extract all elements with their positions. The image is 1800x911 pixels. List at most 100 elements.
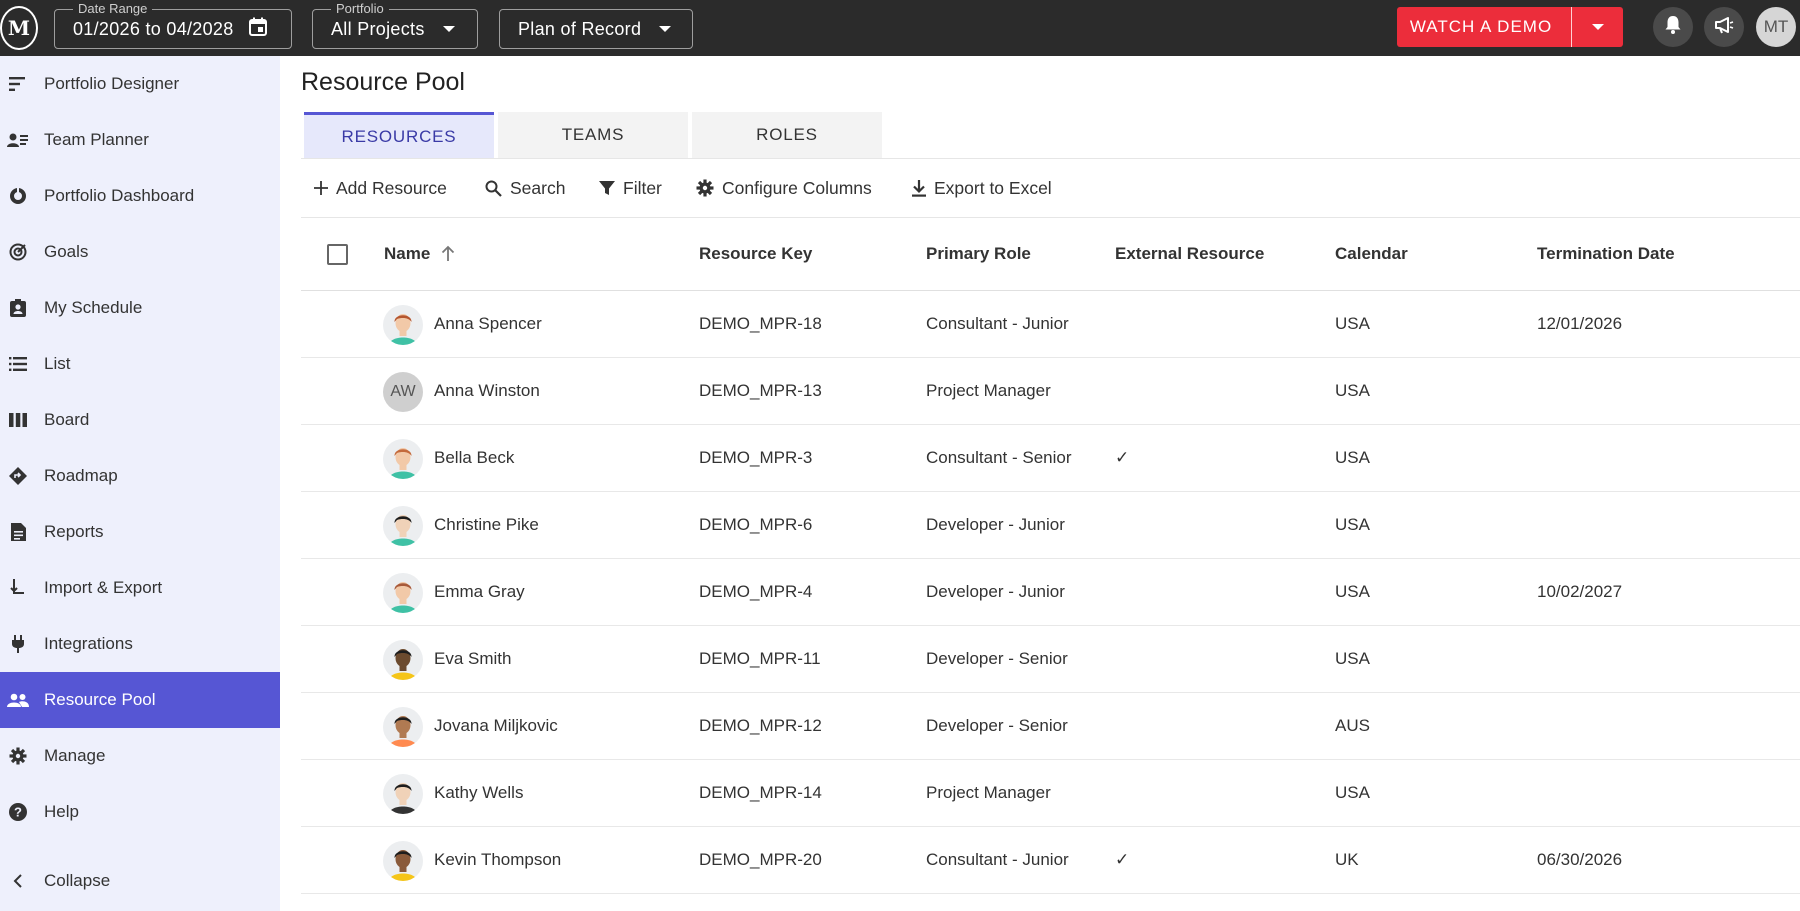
notifications-button[interactable] [1653, 7, 1693, 47]
calendar: USA [1335, 649, 1370, 668]
table-row[interactable]: Christine Pike DEMO_MPR-6 Developer - Ju… [301, 492, 1800, 559]
table-row[interactable]: Kathy Wells DEMO_MPR-14 Project Manager … [301, 760, 1800, 827]
configure-columns-label: Configure Columns [722, 177, 872, 198]
search-button[interactable]: Search [485, 176, 565, 200]
table-row[interactable]: Emma Gray DEMO_MPR-4 Developer - Junior … [301, 559, 1800, 626]
external-resource-check: ✓ [1115, 850, 1130, 869]
plan-select[interactable]: Plan of Record [499, 9, 693, 49]
resource-name[interactable]: Kathy Wells [434, 783, 523, 803]
column-header-external-resource[interactable]: External Resource [1115, 244, 1264, 264]
sidebar-item-resource-pool[interactable]: Resource Pool [0, 672, 280, 728]
termination-date: 12/01/2026 [1537, 314, 1623, 333]
date-range-picker[interactable]: Date Range 01/2026 to 04/2028 [54, 1, 292, 49]
download-icon [912, 179, 926, 197]
calendar: AUS [1335, 716, 1370, 735]
avatar [383, 305, 423, 345]
sidebar-item-label: My Schedule [44, 298, 143, 317]
table-row[interactable]: Anna Spencer DEMO_MPR-18 Consultant - Ju… [301, 291, 1800, 358]
sidebar-item-roadmap[interactable]: Roadmap [0, 448, 280, 504]
resource-name[interactable]: Christine Pike [434, 515, 539, 535]
primary-role: Developer - Junior [926, 582, 1065, 601]
select-all-checkbox[interactable] [327, 244, 348, 265]
resource-name[interactable]: Kevin Thompson [434, 850, 561, 870]
portfolio-select[interactable]: Portfolio All Projects [312, 1, 478, 49]
column-header-primary-role[interactable]: Primary Role [926, 244, 1031, 264]
dashboard-icon [0, 187, 44, 205]
sidebar-item-team-planner[interactable]: Team Planner [0, 112, 280, 168]
watch-demo-button[interactable]: WATCH A DEMO [1397, 7, 1623, 47]
table-row[interactable]: Bella Beck DEMO_MPR-3 Consultant - Senio… [301, 425, 1800, 492]
export-to-excel-button[interactable]: Export to Excel [912, 176, 1052, 200]
date-range-legend: Date Range [73, 1, 153, 16]
column-header-calendar[interactable]: Calendar [1335, 244, 1408, 264]
help-icon: ? [0, 803, 44, 821]
primary-role: Developer - Senior [926, 716, 1068, 735]
sidebar-item-label: Import & Export [44, 578, 163, 597]
column-header-name[interactable]: Name [384, 244, 455, 264]
primary-role: Project Manager [926, 783, 1051, 802]
sidebar-item-reports[interactable]: Reports [0, 504, 280, 560]
sidebar-item-goals[interactable]: Goals [0, 224, 280, 280]
tab-teams[interactable]: TEAMS [498, 112, 688, 158]
filter-label: Filter [623, 177, 662, 198]
resource-name[interactable]: Anna Winston [434, 381, 540, 401]
tab-roles[interactable]: ROLES [692, 112, 882, 158]
table-row[interactable]: Eva Smith DEMO_MPR-11 Developer - Senior… [301, 626, 1800, 693]
sidebar-item-portfolio-dashboard[interactable]: Portfolio Dashboard [0, 168, 280, 224]
list-icon [0, 357, 44, 371]
sidebar-item-label: Reports [44, 522, 104, 541]
avatar [383, 573, 423, 613]
add-resource-label: Add Resource [336, 177, 447, 198]
sidebar-item-help[interactable]: ? Help [0, 784, 280, 840]
resource-key: DEMO_MPR-13 [699, 381, 822, 400]
resource-key: DEMO_MPR-3 [699, 448, 813, 467]
tab-resources[interactable]: RESOURCES [304, 112, 494, 158]
app-logo[interactable]: M [0, 6, 38, 50]
configure-columns-button[interactable]: Configure Columns [696, 176, 872, 200]
watch-demo-dropdown[interactable] [1571, 7, 1623, 47]
external-resource-check: ✓ [1115, 448, 1130, 467]
primary-role: Developer - Junior [926, 515, 1065, 534]
add-resource-button[interactable]: Add Resource [314, 176, 447, 200]
megaphone-icon [1714, 16, 1734, 39]
resource-key: DEMO_MPR-18 [699, 314, 822, 333]
avatar [383, 841, 423, 881]
user-avatar[interactable]: MT [1756, 7, 1796, 47]
sidebar-item-my-schedule[interactable]: My Schedule [0, 280, 280, 336]
search-label: Search [510, 177, 566, 198]
top-bar: M Date Range 01/2026 to 04/2028 Portfoli… [0, 0, 1800, 56]
resource-name[interactable]: Bella Beck [434, 448, 514, 468]
table-row[interactable]: AW Anna Winston DEMO_MPR-13 Project Mana… [301, 358, 1800, 425]
resource-name[interactable]: Eva Smith [434, 649, 511, 669]
sidebar-item-board[interactable]: Board [0, 392, 280, 448]
sidebar-item-manage[interactable]: Manage [0, 728, 280, 784]
resource-name[interactable]: Anna Spencer [434, 314, 542, 334]
column-header-termination-date[interactable]: Termination Date [1537, 244, 1675, 264]
resource-key: DEMO_MPR-6 [699, 515, 813, 534]
sidebar-item-label: Manage [44, 746, 106, 765]
sidebar-item-portfolio-designer[interactable]: Portfolio Designer [0, 56, 280, 112]
table-row[interactable]: Kevin Thompson DEMO_MPR-20 Consultant - … [301, 827, 1800, 894]
column-header-label: Name [384, 244, 431, 263]
designer-icon [0, 76, 44, 92]
sort-ascending-icon[interactable] [441, 244, 455, 263]
sidebar-item-import-export[interactable]: Import & Export [0, 560, 280, 616]
resource-key: DEMO_MPR-11 [699, 649, 821, 668]
column-header-resource-key[interactable]: Resource Key [699, 244, 812, 264]
portfolio-value: All Projects [331, 18, 425, 39]
termination-date: 10/02/2027 [1537, 582, 1623, 601]
board-icon [0, 413, 44, 427]
filter-button[interactable]: Filter [599, 176, 662, 200]
sidebar-item-list[interactable]: List [0, 336, 280, 392]
sidebar-collapse-button[interactable]: Collapse [0, 856, 280, 906]
calendar: USA [1335, 314, 1370, 333]
primary-role: Developer - Senior [926, 649, 1068, 668]
gear-icon [0, 747, 44, 765]
sidebar-item-label: Board [44, 410, 90, 429]
calendar-icon[interactable] [248, 17, 268, 42]
sidebar-item-integrations[interactable]: Integrations [0, 616, 280, 672]
announcements-button[interactable] [1704, 7, 1744, 47]
resource-name[interactable]: Emma Gray [434, 582, 525, 602]
resource-name[interactable]: Jovana Miljkovic [434, 716, 558, 736]
table-row[interactable]: Jovana Miljkovic DEMO_MPR-12 Developer -… [301, 693, 1800, 760]
